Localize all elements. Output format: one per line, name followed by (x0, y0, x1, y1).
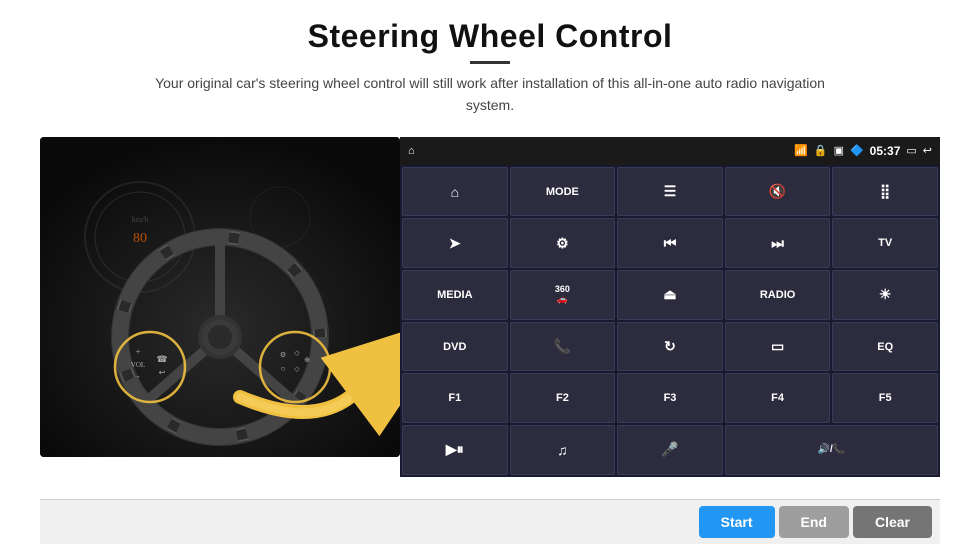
home-icon: ⌂ (408, 145, 415, 157)
cam360-button[interactable]: 360🚗 (510, 270, 616, 320)
page-title: Steering Wheel Control (140, 18, 840, 55)
svg-text:◇: ◇ (294, 365, 300, 373)
svg-text:⊕: ⊕ (304, 356, 310, 364)
nav-button[interactable]: ⌂ (402, 167, 508, 217)
mode-button[interactable]: MODE (510, 167, 616, 217)
status-time: 05:37 (870, 144, 901, 158)
title-section: Steering Wheel Control Your original car… (140, 18, 840, 117)
volphone-button[interactable]: 🔊/📞 (725, 425, 938, 475)
svg-text:VOL: VOL (131, 361, 145, 369)
lock-icon: 🔒 (814, 144, 828, 157)
content-area: km/h 80 (40, 137, 940, 477)
svg-text:☎: ☎ (156, 354, 167, 364)
eq-button[interactable]: EQ (832, 322, 938, 372)
apps-button[interactable]: ⣿ (832, 167, 938, 217)
f3-button[interactable]: F3 (617, 373, 723, 423)
phone-button[interactable]: 📞 (510, 322, 616, 372)
start-button[interactable]: Start (699, 506, 775, 538)
page-subtitle: Your original car's steering wheel contr… (140, 72, 840, 117)
wifi-icon: 📶 (794, 144, 808, 157)
display-button[interactable]: ▭ (725, 322, 831, 372)
mic-button[interactable]: 🎤 (617, 425, 723, 475)
title-divider (470, 61, 510, 64)
f4-button[interactable]: F4 (725, 373, 831, 423)
f2-button[interactable]: F2 (510, 373, 616, 423)
eject-button[interactable]: ⏏ (617, 270, 723, 320)
clear-button[interactable]: Clear (853, 506, 932, 538)
svg-text:◇: ◇ (294, 349, 300, 357)
prev-button[interactable]: ⏮ (617, 218, 723, 268)
svg-text:-: - (137, 371, 140, 381)
tv-button[interactable]: TV (832, 218, 938, 268)
music-button[interactable]: ♫ (510, 425, 616, 475)
action-bar: Start End Clear (40, 499, 940, 544)
svg-text:↩: ↩ (159, 368, 166, 377)
settings-button[interactable]: ⚙ (510, 218, 616, 268)
page-wrapper: Steering Wheel Control Your original car… (0, 0, 980, 544)
media-button[interactable]: MEDIA (402, 270, 508, 320)
back-icon: ↩ (923, 144, 932, 157)
send-button[interactable]: ➤ (402, 218, 508, 268)
sim-icon: ▣ (834, 144, 844, 157)
playpause-button[interactable]: ▶⏸ (402, 425, 508, 475)
svg-text:km/h: km/h (132, 215, 148, 224)
mute-button[interactable]: 🔇 (725, 167, 831, 217)
status-bar: ⌂ 📶 🔒 ▣ 🔷 05:37 ▭ ↩ (400, 137, 940, 165)
radio-button[interactable]: RADIO (725, 270, 831, 320)
f5-button[interactable]: F5 (832, 373, 938, 423)
status-right: 📶 🔒 ▣ 🔷 05:37 ▭ ↩ (794, 144, 932, 158)
steering-wheel-image: km/h 80 (40, 137, 400, 457)
list-button[interactable]: ☰ (617, 167, 723, 217)
next-button[interactable]: ⏭ (725, 218, 831, 268)
svg-text:⚙: ⚙ (280, 351, 286, 359)
rotate-button[interactable]: ↻ (617, 322, 723, 372)
status-left: ⌂ (408, 145, 415, 157)
button-grid: ⌂ MODE ☰ 🔇 ⣿ ➤ ⚙ ⏮ ⏭ TV MEDIA 360🚗 ⏏ RAD… (400, 165, 940, 477)
bluetooth-icon: 🔷 (850, 144, 864, 157)
screen-icon: ▭ (906, 144, 916, 157)
f1-button[interactable]: F1 (402, 373, 508, 423)
brightness-button[interactable]: ☀ (832, 270, 938, 320)
control-panel: ⌂ 📶 🔒 ▣ 🔷 05:37 ▭ ↩ ⌂ MODE ☰ 🔇 (400, 137, 940, 477)
end-button[interactable]: End (779, 506, 849, 538)
svg-text:80: 80 (133, 231, 147, 246)
dvd-button[interactable]: DVD (402, 322, 508, 372)
svg-text:○: ○ (281, 364, 286, 373)
svg-text:+: + (135, 347, 140, 357)
